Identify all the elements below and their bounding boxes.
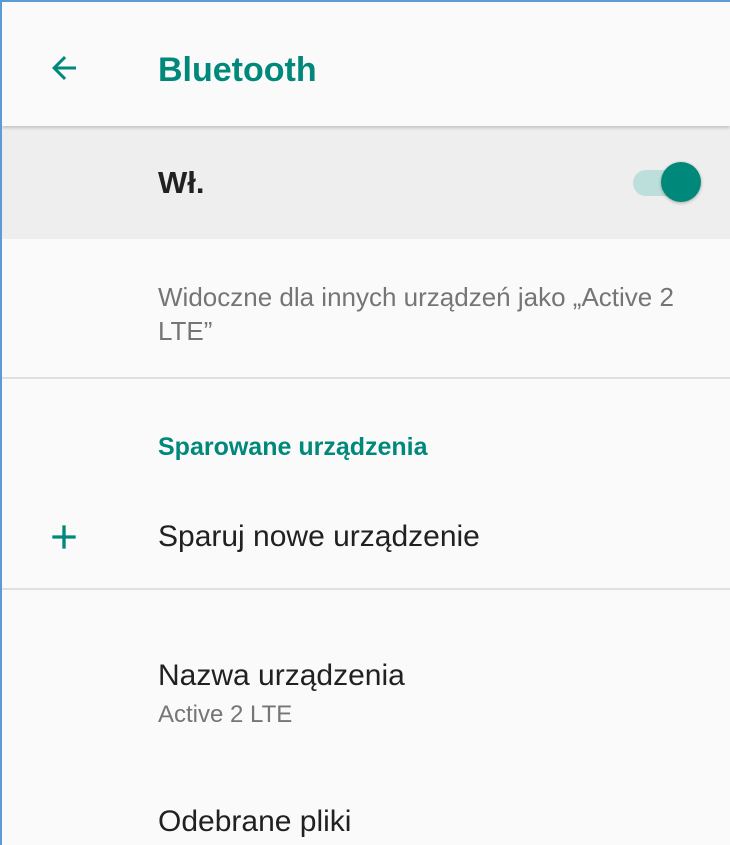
pair-new-device-row[interactable]: Sparuj nowe urządzenie [2,497,730,577]
device-name-title: Nazwa urządzenia [158,659,405,692]
app-bar: Bluetooth [2,2,730,126]
page-title: Bluetooth [158,51,317,89]
device-name-summary: Active 2 LTE [158,701,293,728]
divider [2,377,730,379]
bluetooth-settings-screen: Bluetooth Wł. Widoczne dla innych urządz… [0,0,730,845]
arrow-left-icon [52,56,76,80]
plus-icon [52,525,76,549]
back-button[interactable] [42,46,86,90]
visibility-description: Widoczne dla innych urządzeń jako „Activ… [158,282,674,346]
toggle-thumb [661,162,701,202]
received-files-title: Odebrane pliki [158,805,352,838]
bluetooth-master-switch-row[interactable]: Wł. [2,126,730,239]
bluetooth-toggle[interactable] [633,162,705,202]
master-switch-label: Wł. [158,165,205,200]
device-name-row[interactable]: Nazwa urządzenia Active 2 LTE [2,642,730,752]
received-files-row[interactable]: Odebrane pliki [2,782,730,845]
pair-new-device-label: Sparuj nowe urządzenie [158,520,480,553]
divider [2,588,730,590]
paired-devices-header: Sparowane urządzenia [158,433,428,461]
